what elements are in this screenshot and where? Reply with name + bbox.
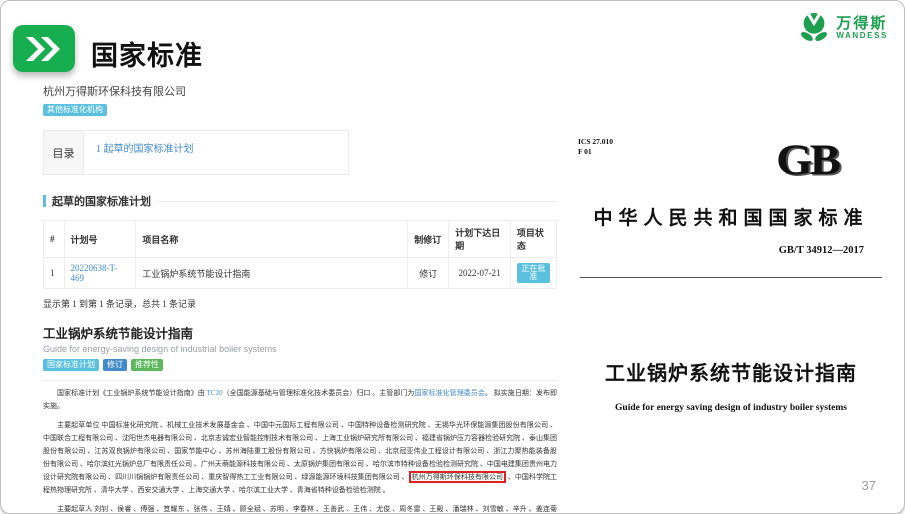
section-title: 起草的国家标准计划: [52, 193, 151, 209]
cell-revision: 修订: [408, 258, 449, 289]
cell-date: 2022-07-21: [449, 258, 511, 289]
brand-name-cn: 万得斯: [836, 16, 888, 32]
table-row: 1 20220638-T-469 工业锅炉系统节能设计指南 修订 2022-07…: [44, 258, 557, 289]
section-header: 起草的国家标准计划: [43, 193, 557, 209]
brand-name-en: WANDESS: [836, 32, 888, 40]
cover-rule: [580, 277, 882, 278]
col-revision: 制修订: [408, 221, 449, 258]
ics-line: ICS 27.010: [578, 137, 613, 147]
records-summary: 显示第 1 到第 1 条记录，总共 1 条记录: [43, 297, 557, 310]
intro-text-2: （全国能源基础与管理标准化技术委员会）归口 。主管部门为: [223, 389, 415, 397]
plans-table: # 计划号 项目名称 制修订 计划下达日期 项目状态 1 20220638-T-…: [43, 220, 557, 289]
double-chevron-icon: [13, 25, 75, 72]
standard-badges: 国家标准计划 修订 推荐性: [43, 359, 557, 371]
cell-index: 1: [44, 258, 65, 289]
slide: 国家标准 万得斯 WANDESS 杭州万得斯环保科技有限公司 其他标准化机构 目…: [0, 0, 905, 514]
authors-text-1: 主要起草人 刘钊 、侯睿 、傅强 、笪耀东 、张伟 、王婧 、顾全斌 、苏明 、…: [43, 505, 557, 514]
ics-code: ICS 27.010 F 01: [578, 137, 613, 157]
cover-subtitle-en: Guide for energy saving design of indust…: [566, 403, 896, 413]
col-plan-no: 计划号: [64, 221, 136, 258]
standard-cover-page: ICS 27.010 F 01 GB 中华人民共和国国家标准 GB/T 3491…: [566, 127, 896, 472]
col-status: 项目状态: [510, 221, 556, 258]
page-title: 国家标准: [91, 34, 203, 73]
webpage-screenshot: 杭州万得斯环保科技有限公司 其他标准化机构 目录 1 起草的国家标准计划 起草的…: [43, 83, 557, 514]
badge-revision: 修订: [103, 359, 127, 371]
badge-national-plan: 国家标准计划: [43, 359, 99, 371]
cover-header: 中华人民共和国国家标准: [566, 203, 896, 230]
intro-text-1: 国家标准计划《工业锅炉系统节能设计指南》由: [57, 389, 207, 397]
paragraph-drafting-units: 主要起草单位 中国标准化研究院 、机械工业技术发展基金会 、中国中元国际工程有限…: [43, 419, 557, 497]
col-date: 计划下达日期: [449, 221, 511, 258]
col-name: 项目名称: [136, 221, 408, 258]
sac-link[interactable]: 国家标准化管理委员会: [414, 389, 484, 397]
cover-title: 工业锅炉系统节能设计指南: [566, 357, 896, 386]
standard-code: GB/T 34912—2017: [779, 245, 864, 256]
highlighted-company: 杭州万得斯环保科技有限公司: [409, 471, 506, 483]
company-name: 杭州万得斯环保科技有限公司: [43, 83, 557, 99]
gb-logo: GB: [776, 135, 838, 185]
section-accent-bar: [43, 195, 46, 207]
org-type-badge: 其他标准化机构: [43, 104, 107, 116]
wandess-plant-icon: [797, 11, 831, 45]
toc-body: 1 起草的国家标准计划: [84, 131, 348, 174]
content-divider: [43, 380, 557, 381]
table-header-row: # 计划号 项目名称 制修订 计划下达日期 项目状态: [44, 221, 557, 258]
plan-number-link[interactable]: 20220638-T-469: [71, 263, 118, 283]
paragraph-drafters: 主要起草人 刘钊 、侯睿 、傅强 、笪耀东 、张伟 、王婧 、顾全斌 、苏明 、…: [43, 503, 557, 514]
badge-recommended: 推荐性: [131, 359, 163, 371]
section-divider: [157, 201, 557, 202]
brand-logo: 万得斯 WANDESS: [797, 11, 888, 45]
toc-link-drafted-plans[interactable]: 1 起草的国家标准计划: [96, 144, 194, 155]
cell-project-name: 工业锅炉系统节能设计指南: [136, 258, 408, 289]
toc-box: 目录 1 起草的国家标准计划: [43, 130, 349, 175]
standard-title: 工业锅炉系统节能设计指南: [43, 323, 557, 342]
col-index: #: [44, 221, 65, 258]
toc-label: 目录: [44, 131, 84, 174]
standard-subtitle-en: Guide for energy-saving design of indust…: [43, 344, 557, 354]
chevron-right-icon: [23, 35, 65, 63]
paragraph-intro: 国家标准计划《工业锅炉系统节能设计指南》由 TC20（全国能源基础与管理标准化技…: [43, 387, 557, 413]
tc20-link[interactable]: TC20: [207, 389, 223, 397]
class-code-line: F 01: [578, 147, 613, 157]
status-badge: 正在批准: [517, 263, 550, 283]
page-number: 37: [862, 478, 876, 493]
